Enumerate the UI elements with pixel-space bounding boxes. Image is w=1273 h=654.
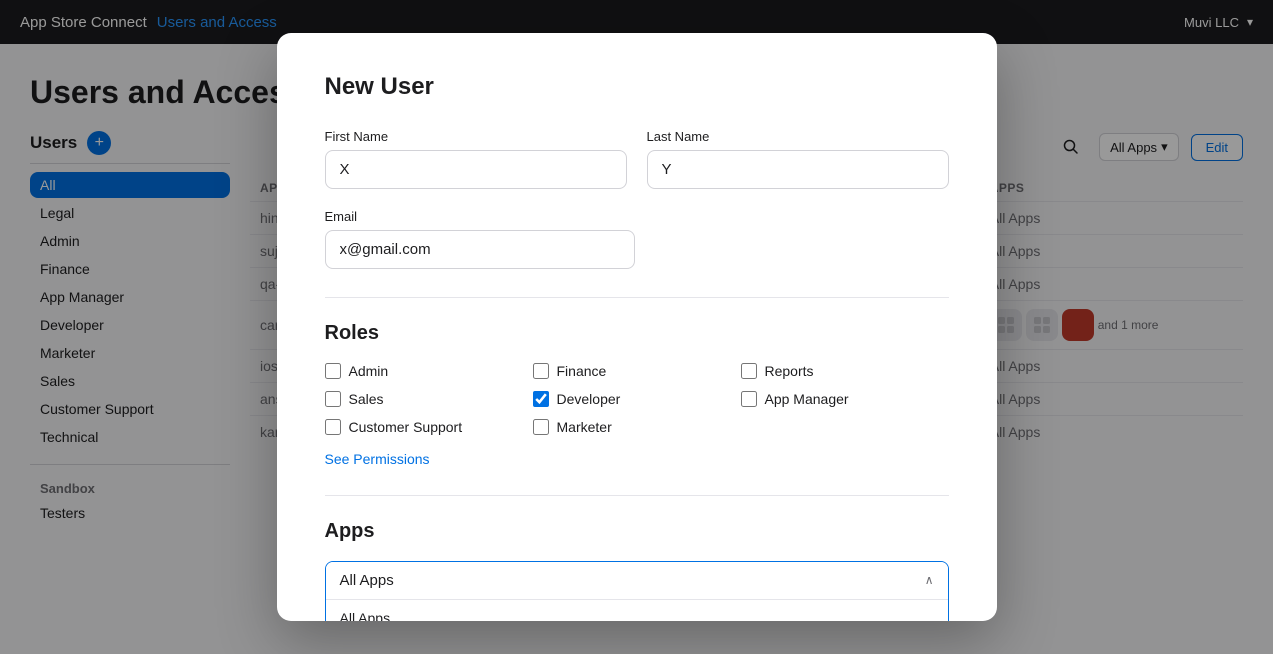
email-label: Email — [325, 209, 949, 224]
role-label-customer-support: Customer Support — [349, 419, 463, 435]
role-checkbox-marketer[interactable] — [533, 419, 549, 435]
divider-2 — [325, 495, 949, 496]
role-item-app-manager[interactable]: App Manager — [741, 391, 949, 407]
apps-dropdown-header[interactable]: All Apps ∧ — [326, 562, 948, 599]
role-checkbox-app-manager[interactable] — [741, 391, 757, 407]
role-label-sales: Sales — [349, 391, 384, 407]
apps-section-title: Apps — [325, 520, 949, 543]
email-group: Email — [325, 209, 949, 269]
role-item-developer[interactable]: Developer — [533, 391, 741, 407]
role-label-admin: Admin — [349, 363, 389, 379]
role-label-finance: Finance — [557, 363, 607, 379]
role-checkbox-developer[interactable] — [533, 391, 549, 407]
apps-dropdown: All Apps ∧ All Apps — [325, 561, 949, 622]
modal-overlay: New User First Name Last Name Email Role… — [0, 0, 1273, 654]
last-name-input[interactable] — [647, 150, 949, 189]
first-name-label: First Name — [325, 129, 627, 144]
role-item-sales[interactable]: Sales — [325, 391, 533, 407]
email-row: Email — [325, 209, 949, 269]
role-checkbox-admin[interactable] — [325, 363, 341, 379]
role-item-admin[interactable]: Admin — [325, 363, 533, 379]
name-row: First Name Last Name — [325, 129, 949, 189]
role-checkbox-reports[interactable] — [741, 363, 757, 379]
first-name-input[interactable] — [325, 150, 627, 189]
role-label-app-manager: App Manager — [765, 391, 849, 407]
role-checkbox-customer-support[interactable] — [325, 419, 341, 435]
role-item-customer-support[interactable]: Customer Support — [325, 419, 533, 435]
apps-dropdown-item-all-apps[interactable]: All Apps — [326, 600, 948, 622]
chevron-up-icon: ∧ — [925, 573, 934, 587]
roles-section-title: Roles — [325, 322, 949, 345]
role-checkbox-sales[interactable] — [325, 391, 341, 407]
email-input[interactable] — [325, 230, 635, 269]
apps-dropdown-placeholder: All Apps — [340, 572, 394, 589]
first-name-group: First Name — [325, 129, 627, 189]
role-label-reports: Reports — [765, 363, 814, 379]
apps-dropdown-list: All Apps — [326, 599, 948, 622]
modal-title: New User — [325, 73, 949, 101]
last-name-label: Last Name — [647, 129, 949, 144]
role-checkbox-finance[interactable] — [533, 363, 549, 379]
role-label-marketer: Marketer — [557, 419, 612, 435]
new-user-modal: New User First Name Last Name Email Role… — [277, 33, 997, 622]
role-label-developer: Developer — [557, 391, 621, 407]
last-name-group: Last Name — [647, 129, 949, 189]
roles-grid: Admin Finance Reports Sales Developer Ap… — [325, 363, 949, 435]
see-permissions-link[interactable]: See Permissions — [325, 451, 430, 467]
role-item-marketer[interactable]: Marketer — [533, 419, 741, 435]
divider-1 — [325, 297, 949, 298]
role-item-reports[interactable]: Reports — [741, 363, 949, 379]
role-item-finance[interactable]: Finance — [533, 363, 741, 379]
